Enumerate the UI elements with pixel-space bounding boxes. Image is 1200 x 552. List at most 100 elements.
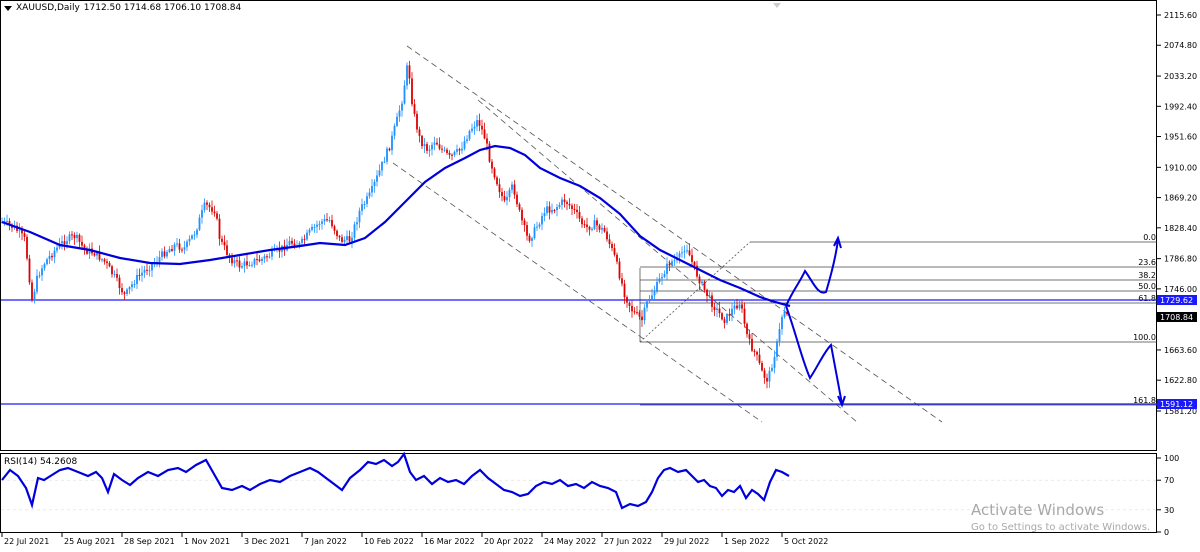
candle-body	[771, 367, 773, 371]
candle-body	[311, 226, 313, 230]
candle-body	[763, 370, 766, 378]
candle-body	[161, 251, 163, 258]
price-tick-label: 1869.20	[1164, 194, 1197, 203]
candle-body	[53, 250, 56, 258]
candle-body	[493, 168, 496, 178]
chart-window[interactable]: 2115.60 2074.80 2033.20 1992.40 1951.60 1910.…	[0, 0, 1200, 548]
candle-body	[563, 199, 566, 203]
candle-body	[143, 269, 146, 273]
fib-level-label: 100.0	[1133, 333, 1156, 342]
current-price-label: 1708.84	[1160, 313, 1193, 322]
candle-body	[146, 269, 148, 271]
candle-body	[491, 161, 493, 169]
rsi-tick-label: 0	[1164, 528, 1169, 537]
watermark-title: Activate Windows	[971, 501, 1105, 519]
candle-body	[478, 120, 481, 126]
candle-body	[443, 149, 446, 151]
candle-body	[341, 237, 343, 242]
candle-body	[618, 261, 621, 279]
candle-body	[178, 243, 181, 250]
candle-body	[248, 265, 251, 267]
candle-body	[66, 241, 68, 245]
candle-body	[548, 206, 551, 213]
candle-body	[246, 261, 248, 266]
candle-body	[481, 125, 483, 130]
candle-body	[218, 218, 221, 239]
candle-body	[388, 148, 391, 151]
candle-body	[416, 113, 418, 130]
fib-level-label: 23.6	[1138, 258, 1156, 267]
candle-body	[728, 313, 731, 316]
candle-body	[783, 312, 786, 318]
candle-body	[73, 234, 76, 239]
candle-body	[686, 250, 688, 252]
candle-body	[471, 128, 473, 131]
candle-body	[383, 161, 386, 163]
candle-body	[223, 241, 226, 246]
price-chart[interactable]: 2115.60 2074.80 2033.20 1992.40 1951.60 1910.…	[0, 0, 1200, 548]
candle-body	[181, 249, 183, 251]
candle-body	[591, 228, 593, 230]
candle-body	[158, 257, 161, 263]
time-tick-label: 22 Jul 2021	[4, 537, 49, 546]
candle-body	[386, 148, 388, 162]
candle-body	[291, 240, 293, 244]
candle-body	[678, 253, 681, 258]
candle-body	[653, 291, 656, 296]
candle-body	[556, 207, 558, 211]
candle-body	[108, 263, 111, 267]
candle-body	[466, 139, 468, 142]
candle-body	[186, 241, 188, 248]
candle-body	[558, 204, 561, 208]
candle-body	[673, 260, 676, 262]
candle-body	[581, 218, 583, 225]
candle-body	[593, 220, 596, 229]
candle-body	[503, 196, 506, 201]
candle-body	[646, 301, 648, 308]
candle-body	[706, 289, 708, 296]
collapse-triangle-icon[interactable]	[4, 5, 12, 11]
time-tick-label: 29 Jul 2022	[664, 537, 709, 546]
candle-body	[426, 144, 428, 151]
candle-body	[476, 120, 478, 127]
candle-body	[436, 142, 438, 145]
candle-body	[636, 312, 638, 314]
fib-level-label: 0.0	[1143, 233, 1156, 242]
candle-body	[708, 295, 711, 297]
candle-body	[616, 254, 618, 262]
candle-body	[576, 209, 578, 212]
candle-body	[46, 259, 48, 265]
candle-body	[663, 273, 666, 277]
candle-body	[596, 220, 598, 226]
candle-body	[361, 204, 363, 211]
candle-body	[588, 226, 591, 230]
candle-body	[716, 308, 718, 311]
candle-body	[131, 284, 133, 288]
ohlc-values: 1712.50 1714.68 1706.10 1708.84	[83, 3, 242, 13]
watermark-subtitle: Go to Settings to activate Windows.	[971, 522, 1151, 533]
price-axis: 2115.60 2074.80 2033.20 1992.40 1951.60 1910.…	[1157, 11, 1197, 416]
price-tick-label: 1622.80	[1164, 376, 1197, 385]
candle-body	[23, 233, 26, 237]
candle-body	[553, 210, 556, 212]
candle-body	[648, 299, 651, 302]
candle-body	[168, 249, 171, 253]
candle-body	[603, 227, 606, 232]
candle-body	[693, 261, 696, 266]
candle-body	[401, 103, 403, 111]
candle-body	[463, 141, 466, 149]
time-tick-label: 27 Jun 2022	[604, 537, 652, 546]
candle-body	[546, 206, 548, 214]
candle-body	[68, 234, 71, 242]
candle-body	[148, 270, 151, 272]
candle-body	[33, 291, 36, 301]
price-tick-label: 2074.80	[1164, 41, 1197, 50]
time-tick-label: 3 Dec 2021	[244, 537, 290, 546]
candle-body	[761, 362, 763, 371]
candle-body	[288, 240, 291, 245]
candle-body	[61, 241, 63, 244]
price-tick-label: 1663.60	[1164, 346, 1197, 355]
symbol-label: XAUUSD,Daily	[16, 3, 80, 13]
candle-body	[738, 304, 741, 309]
activate-windows-watermark: Activate Windows Go to Settings to activ…	[971, 501, 1150, 533]
